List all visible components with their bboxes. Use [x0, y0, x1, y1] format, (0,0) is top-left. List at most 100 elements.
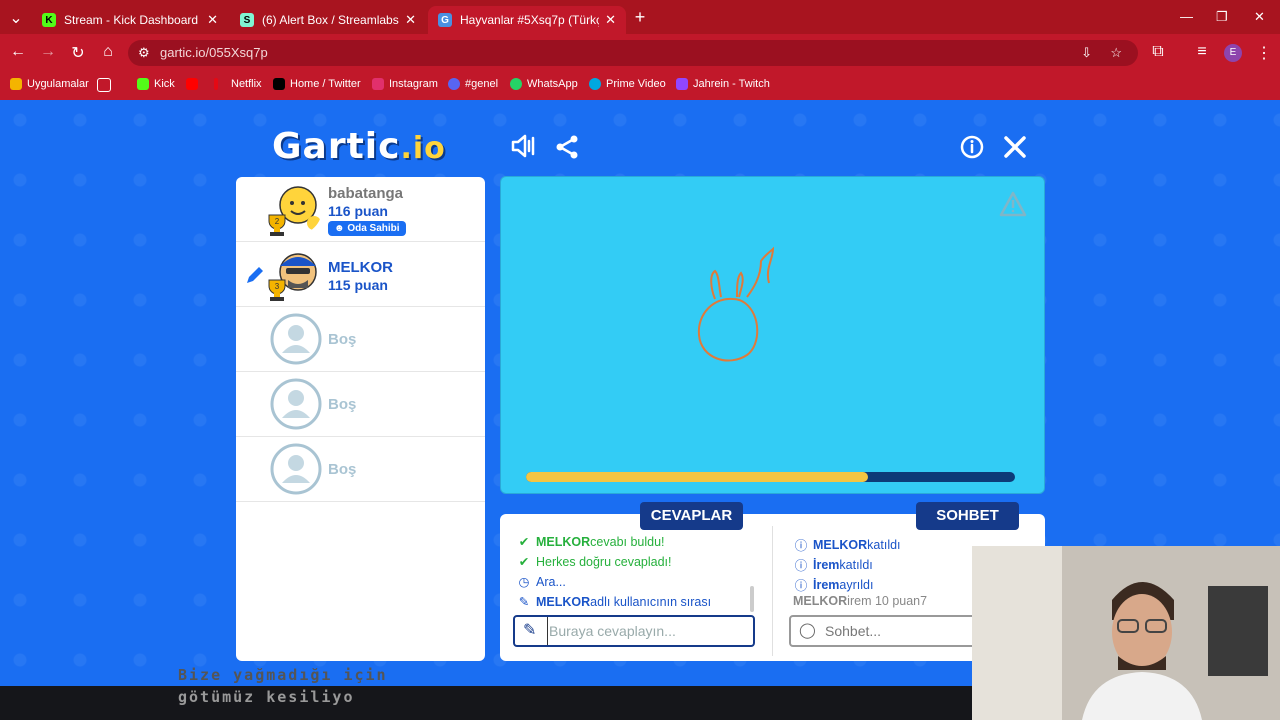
bookmarks-bar: Uygulamalar Kick Netflix Home / Twitter …	[0, 72, 1280, 100]
gartic-logo: Gartic.io	[272, 126, 446, 167]
message-text: Herkes doğru cevapladı!	[536, 554, 672, 569]
chat-placeholder: Sohbet...	[825, 623, 882, 639]
tab-gartic[interactable]: G Hayvanlar #5Xsq7p (Türkçe) - G ✕	[428, 6, 626, 34]
message-user: İrem	[813, 577, 840, 592]
bookmark-label: #genel	[465, 78, 499, 90]
discord-icon	[448, 78, 460, 90]
message-text: irem 10 puan7	[847, 594, 928, 608]
round-timer-bar	[526, 472, 1015, 482]
message-user: MELKOR	[793, 594, 848, 608]
room-owner-badge: ☻ Oda Sahibi	[328, 221, 406, 236]
drawing-canvas[interactable]	[500, 176, 1045, 494]
x-icon	[273, 78, 285, 90]
menu-icon[interactable]: ⋮	[1254, 43, 1274, 63]
chat-message: MELKOR irem 10 puan7	[793, 594, 927, 608]
info-icon: ⓘ	[794, 539, 808, 553]
bookmark-whatsapp[interactable]: WhatsApp	[510, 78, 578, 90]
bookmark-twitch[interactable]: Jahrein - Twitch	[676, 78, 770, 90]
bookmark-youtube[interactable]	[186, 78, 203, 90]
profile-avatar[interactable]: E	[1224, 44, 1242, 62]
player-score: 116 puan	[328, 203, 388, 219]
close-icon[interactable]: ✕	[405, 12, 416, 28]
back-arrow-icon[interactable]: ←	[8, 43, 28, 61]
tab-bar: ⌄ K Stream - Kick Dashboard ✕ S (6) Aler…	[0, 0, 1280, 34]
close-icon[interactable]: ✕	[207, 12, 218, 28]
player-row-empty: Boş	[236, 307, 485, 372]
bookmark-label: Instagram	[389, 78, 438, 90]
tab-answers[interactable]: CEVAPLAR	[640, 502, 743, 530]
sound-icon[interactable]	[510, 132, 538, 165]
player-score: 115 puan	[328, 277, 388, 293]
empty-avatar-icon	[270, 378, 322, 430]
tab-streamlabs[interactable]: S (6) Alert Box / Streamlabs ✕	[230, 6, 426, 34]
install-icon[interactable]: ⇩	[1081, 40, 1092, 66]
logo-suffix: .io	[400, 131, 446, 166]
info-icon: ⓘ	[794, 579, 808, 593]
bookmark-label: WhatsApp	[527, 78, 578, 90]
bookmark-netflix[interactable]: Netflix	[214, 78, 262, 90]
bookmark-label: Prime Video	[606, 78, 666, 90]
media-icon[interactable]: ≡	[1192, 43, 1212, 61]
message-user: MELKOR	[813, 537, 868, 552]
home-icon[interactable]: ⌂	[98, 43, 118, 61]
answer-message: ✔ Herkes doğru cevapladı!	[516, 554, 672, 570]
info-icon[interactable]	[960, 135, 984, 164]
report-warning-icon[interactable]	[999, 191, 1027, 217]
empty-avatar-icon	[270, 313, 322, 365]
window-close-icon[interactable]: ✕	[1254, 9, 1265, 25]
close-game-icon[interactable]	[1003, 135, 1027, 164]
instagram-icon	[372, 78, 384, 90]
forward-arrow-icon[interactable]: →	[38, 43, 58, 61]
bookmark-instagram[interactable]: Instagram	[372, 78, 438, 90]
answers-scrollbar[interactable]	[750, 586, 754, 612]
player-name: Boş	[328, 461, 357, 478]
streamer-figure	[1082, 582, 1202, 720]
browser-toolbar: ← → ↻ ⌂ ⚙ gartic.io/055Xsq7p ⇩ ☆ ⧉ ≡ E ⋮	[0, 34, 1280, 72]
drawing-sketch	[697, 246, 775, 362]
twitch-icon	[676, 78, 688, 90]
chat-message: ⓘ İrem ayrıldı	[793, 575, 874, 594]
address-bar[interactable]: ⚙ gartic.io/055Xsq7p ⇩ ☆	[128, 40, 1138, 66]
maximize-icon[interactable]: ❐	[1216, 9, 1228, 25]
subtitle-line-1: Bize yağmadığı için	[178, 666, 388, 684]
trophy-icon: 2	[268, 214, 286, 236]
site-info-icon[interactable]: ⚙	[138, 40, 150, 66]
minimize-icon[interactable]: —	[1180, 9, 1193, 24]
check-icon: ✔	[518, 555, 530, 569]
answer-placeholder: Buraya cevaplayın...	[547, 617, 676, 645]
bookmark-kick[interactable]: Kick	[137, 78, 175, 90]
tab-chat[interactable]: SOHBET	[916, 502, 1019, 530]
chat-message: ⓘ İrem katıldı	[793, 555, 873, 574]
answer-message: ◷ Ara...	[516, 574, 566, 590]
answer-input[interactable]: ✎ Buraya cevaplayın...	[513, 615, 755, 647]
webcam-overlay	[972, 546, 1280, 720]
drawing-pencil-icon	[247, 267, 263, 283]
share-icon[interactable]	[554, 134, 580, 165]
new-tab-button[interactable]: +	[630, 7, 650, 28]
bookmark-prime[interactable]: Prime Video	[589, 78, 666, 90]
clock-icon: ◷	[518, 575, 530, 589]
logo-main: Gartic	[272, 126, 401, 167]
bookmark-apps[interactable]: Uygulamalar	[10, 78, 89, 90]
tab-title: (6) Alert Box / Streamlabs	[262, 13, 399, 27]
bookmark-twitter[interactable]: Home / Twitter	[273, 78, 361, 90]
star-icon[interactable]: ☆	[1110, 40, 1122, 66]
rank-number: 3	[275, 282, 280, 291]
message-user: İrem	[813, 557, 840, 572]
subtitle-bar	[0, 686, 972, 720]
whatsapp-icon	[510, 78, 522, 90]
tab-kick-dashboard[interactable]: K Stream - Kick Dashboard ✕	[32, 6, 228, 34]
close-icon[interactable]: ✕	[605, 12, 616, 28]
tab-search-icon[interactable]: ⌄	[6, 8, 26, 28]
message-text: katıldı	[867, 537, 901, 552]
message-user: MELKOR	[536, 594, 591, 609]
chat-input[interactable]: ◯ Sohbet...	[789, 615, 979, 647]
bookmark-label: Home / Twitter	[290, 78, 361, 90]
extensions-icon[interactable]: ⧉	[1148, 43, 1168, 61]
check-icon: ✔	[518, 535, 530, 549]
bookmark-grid[interactable]	[97, 78, 116, 92]
webcam-poster	[1208, 586, 1268, 676]
bookmark-discord[interactable]: #genel	[448, 78, 498, 90]
pencil-icon: ✎	[523, 622, 537, 639]
reload-icon[interactable]: ↻	[68, 43, 88, 63]
